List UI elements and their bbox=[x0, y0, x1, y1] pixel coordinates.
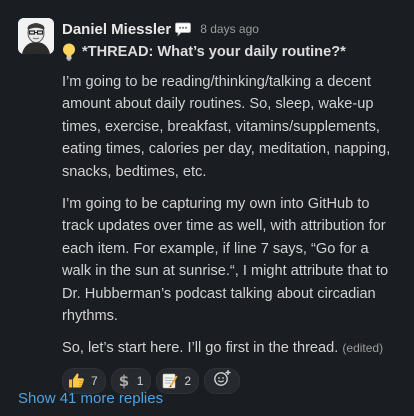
text-line: rhythms. bbox=[62, 308, 118, 325]
text-line: walk in the sun at sunrise.“, I might at… bbox=[62, 263, 389, 280]
message-closing: So, let’s start here. I’ll go first in t… bbox=[62, 337, 399, 359]
edited-label: (edited) bbox=[342, 341, 384, 356]
text-line: each item. For example, if line 7 says, … bbox=[62, 240, 369, 257]
avatar[interactable] bbox=[18, 18, 54, 54]
text-line: eating times, calories per day, meditati… bbox=[62, 141, 391, 158]
dollar-icon: $ bbox=[117, 372, 131, 389]
closing-text: So, let’s start here. I’ll go first in t… bbox=[62, 340, 339, 357]
text-line: I’m going to be capturing my own into Gi… bbox=[62, 196, 370, 213]
add-emoji-icon bbox=[213, 369, 232, 392]
add-reaction-button[interactable] bbox=[204, 367, 241, 394]
memo-icon bbox=[162, 372, 178, 389]
text-line: amount about daily routines. So, sleep, … bbox=[62, 96, 374, 113]
thread-title-text: *THREAD: What’s your daily routine?* bbox=[82, 44, 346, 60]
message-content: Daniel Miessler 8 days ago *THREAD: What… bbox=[62, 18, 402, 394]
text-line: snacks, bedtimes, etc. bbox=[62, 163, 207, 180]
timestamp[interactable]: 8 days ago bbox=[200, 22, 259, 36]
message-header: Daniel Miessler 8 days ago bbox=[62, 18, 402, 40]
light-bulb-icon bbox=[62, 43, 76, 62]
thread-title: *THREAD: What’s your daily routine?* bbox=[62, 41, 402, 63]
reaction-count: 2 bbox=[184, 373, 192, 388]
speech-bubble-icon bbox=[175, 22, 192, 37]
reaction-count: 1 bbox=[136, 373, 144, 388]
message-paragraph: I’m going to be capturing my own into Gi… bbox=[62, 193, 399, 327]
message-paragraph: I’m going to be reading/thinking/talking… bbox=[62, 71, 399, 183]
avatar-image bbox=[18, 18, 54, 54]
svg-text:$: $ bbox=[118, 372, 128, 389]
text-line: I’m going to be reading/thinking/talking… bbox=[62, 74, 372, 90]
show-more-replies-link[interactable]: Show 41 more replies bbox=[18, 390, 163, 407]
text-line: times, exercise, breakfast, vitamins/sup… bbox=[62, 118, 380, 135]
sender-name[interactable]: Daniel Miessler bbox=[62, 21, 171, 38]
text-line: track updates over time as well, with at… bbox=[62, 218, 386, 235]
thumbs-up-icon bbox=[68, 372, 85, 389]
reaction-count: 7 bbox=[91, 373, 98, 388]
text-line: Dr. Hubberman’s podcast talking about ci… bbox=[62, 285, 376, 302]
